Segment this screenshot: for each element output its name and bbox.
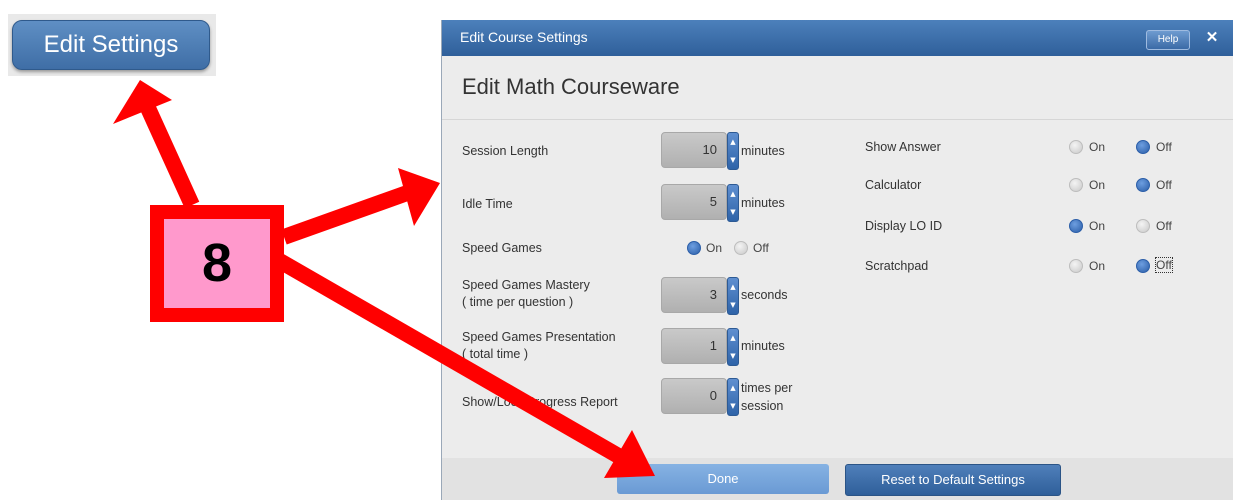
arrow-right-head (398, 168, 440, 226)
stepper-down-icon[interactable]: ▼ (728, 203, 738, 221)
speed-games-label: Speed Games (462, 241, 542, 255)
calculator-on-label: On (1089, 178, 1106, 192)
arrow-right-shaft (281, 184, 413, 245)
dialog-header: Edit Math Courseware (442, 56, 1233, 120)
arrow-up-shaft (140, 104, 200, 209)
stepper-up-icon[interactable]: ▲ (728, 185, 738, 203)
show-answer-on-label: On (1089, 140, 1106, 154)
step-callout: 8 (150, 205, 284, 322)
speed-games-off-label: Off (753, 241, 769, 255)
speed-games-mastery-label: Speed Games Mastery (462, 278, 590, 292)
page-title: Edit Math Courseware (462, 74, 680, 99)
speed-games-presentation-sublabel: ( total time ) (462, 347, 528, 361)
step-number: 8 (201, 233, 233, 293)
speed-games-mastery-stepper[interactable]: 3 ▲ ▼ (661, 277, 745, 315)
dialog-title: Edit Course Settings (460, 29, 588, 45)
show-answer-off-radio[interactable] (1136, 140, 1150, 154)
idle-time-unit: minutes (741, 196, 785, 210)
session-length-label: Session Length (462, 144, 549, 158)
session-length-stepper[interactable]: 10 ▲ ▼ (661, 132, 745, 170)
idle-time-label: Idle Time (462, 197, 513, 211)
arrow-up-head (113, 80, 172, 124)
speed-games-mastery-value: 3 (709, 287, 717, 302)
display-lo-id-on-label: On (1089, 219, 1106, 233)
stepper-down-icon[interactable]: ▼ (728, 151, 738, 169)
speed-games-presentation-stepper[interactable]: 1 ▲ ▼ (661, 328, 745, 366)
calculator-on-radio[interactable] (1069, 178, 1083, 192)
progress-report-stepper[interactable]: 0 ▲ ▼ (661, 378, 745, 416)
progress-report-unit: times per (741, 381, 793, 395)
done-button[interactable]: Done (617, 464, 829, 494)
display-lo-id-off-label: Off (1156, 219, 1172, 233)
stepper-up-icon[interactable]: ▲ (728, 379, 738, 397)
scratchpad-on-label: On (1089, 259, 1106, 273)
stepper-down-icon[interactable]: ▼ (728, 296, 738, 314)
speed-games-mastery-unit: seconds (741, 288, 788, 302)
display-lo-id-label: Display LO ID (865, 219, 943, 233)
speed-games-presentation-unit: minutes (741, 339, 785, 353)
display-lo-id-on-radio[interactable] (1069, 219, 1083, 233)
calculator-off-radio[interactable] (1136, 178, 1150, 192)
show-answer-on-radio[interactable] (1069, 140, 1083, 154)
help-button[interactable]: Help (1146, 30, 1190, 50)
scratchpad-off-radio[interactable] (1136, 259, 1150, 273)
stepper-down-icon[interactable]: ▼ (728, 347, 738, 365)
progress-report-label: Show/Lock Progress Report (462, 395, 618, 409)
speed-games-off-radio[interactable] (734, 241, 748, 255)
speed-games-on-radio[interactable] (687, 241, 701, 255)
stepper-up-icon[interactable]: ▲ (728, 133, 738, 151)
edit-settings-crop: Edit Settings (8, 14, 216, 76)
speed-games-presentation-label: Speed Games Presentation (462, 330, 616, 344)
speed-games-mastery-sublabel: ( time per question ) (462, 295, 574, 309)
scratchpad-label: Scratchpad (865, 259, 929, 273)
scratchpad-on-radio[interactable] (1069, 259, 1083, 273)
progress-report-unit2: session (741, 399, 784, 413)
session-length-unit: minutes (741, 144, 785, 158)
show-answer-off-label: Off (1156, 140, 1172, 154)
calculator-off-label: Off (1156, 178, 1172, 192)
speed-games-on-label: On (706, 241, 723, 255)
stepper-up-icon[interactable]: ▲ (728, 329, 738, 347)
calculator-label: Calculator (865, 178, 922, 192)
display-lo-id-off-radio[interactable] (1136, 219, 1150, 233)
stepper-down-icon[interactable]: ▼ (728, 397, 738, 415)
speed-games-presentation-value: 1 (709, 338, 717, 353)
dialog-footer: Done Reset to Default Settings (442, 458, 1233, 500)
settings-panel: Session Length 10 ▲ ▼ minutes Idle Time … (442, 120, 1233, 458)
idle-time-value: 5 (709, 194, 717, 209)
reset-defaults-button[interactable]: Reset to Default Settings (845, 464, 1061, 496)
session-length-value: 10 (702, 142, 717, 157)
close-icon[interactable]: ✕ (1202, 28, 1222, 48)
scratchpad-off-label: Off (1155, 257, 1173, 273)
edit-settings-button[interactable]: Edit Settings (12, 20, 210, 70)
dialog-titlebar: Edit Course Settings Help ✕ (442, 20, 1233, 56)
stepper-up-icon[interactable]: ▲ (728, 278, 738, 296)
idle-time-stepper[interactable]: 5 ▲ ▼ (661, 184, 745, 222)
edit-course-settings-dialog: Edit Course Settings Help ✕ Edit Math Co… (441, 20, 1233, 500)
show-answer-label: Show Answer (865, 140, 941, 154)
progress-report-value: 0 (709, 388, 717, 403)
